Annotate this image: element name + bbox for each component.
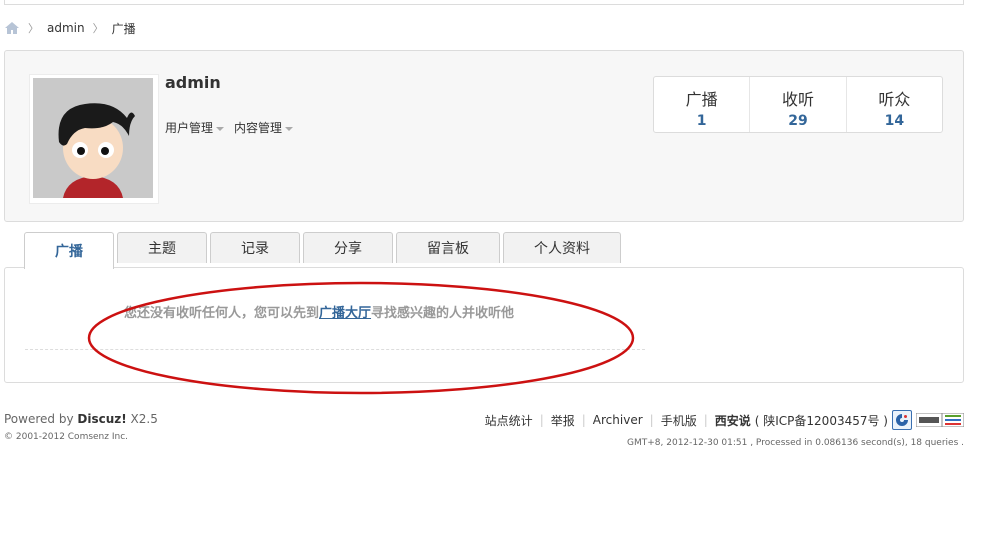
separator: | bbox=[581, 413, 586, 427]
footer-right: 站点统计 | 举报 | Archiver | 手机版 | 西安说 ( 陕ICP备… bbox=[485, 410, 964, 448]
avatar-image bbox=[33, 78, 153, 198]
stat-value: 1 bbox=[696, 113, 707, 129]
stat-value: 29 bbox=[788, 113, 808, 129]
tab-threads[interactable]: 主题 bbox=[117, 232, 207, 263]
stat-followers[interactable]: 听众 14 bbox=[845, 77, 942, 132]
stat-label: 收听 bbox=[781, 90, 814, 109]
discuz-link[interactable]: Discuz! bbox=[77, 412, 126, 426]
footer-link-site[interactable]: 西安说 bbox=[715, 412, 751, 429]
copyright: © 2001-2012 Comsenz Inc. bbox=[4, 432, 129, 442]
empty-msg-after: 寻找感兴趣的人并收听他 bbox=[371, 306, 515, 321]
separator: | bbox=[703, 413, 708, 427]
separator: | bbox=[649, 413, 654, 427]
breadcrumb-separator: 〉 bbox=[92, 22, 104, 35]
user-management-menu[interactable]: 用户管理 bbox=[165, 119, 225, 136]
security-badge-icon[interactable] bbox=[892, 410, 912, 430]
profile-stats: 广播 1 收听 29 听众 14 bbox=[653, 76, 943, 133]
breadcrumb-item-user[interactable]: admin bbox=[47, 21, 85, 35]
caret-down-icon bbox=[216, 126, 225, 131]
top-strip bbox=[4, 0, 964, 5]
stat-label: 听众 bbox=[878, 90, 911, 109]
stat-label: 广播 bbox=[685, 90, 718, 109]
footer-link-stats[interactable]: 站点统计 bbox=[485, 412, 533, 429]
footer-left: Powered by Discuz! X2.5 © 2001-2012 Coms… bbox=[4, 412, 158, 442]
tab-broadcast[interactable]: 广播 bbox=[24, 232, 114, 269]
footer-link-archiver[interactable]: Archiver bbox=[593, 413, 643, 427]
breadcrumb-item-current: 广播 bbox=[111, 21, 136, 36]
version: X2.5 bbox=[126, 412, 158, 426]
breadcrumb: 〉 admin 〉 广播 bbox=[4, 18, 136, 38]
tab-records[interactable]: 记录 bbox=[210, 232, 300, 263]
processed-info: GMT+8, 2012-12-30 01:51 , Processed in 0… bbox=[627, 438, 964, 448]
empty-state-message: 您还没有收听任何人，您可以先到广播大厅寻找感兴趣的人并收听他 bbox=[124, 302, 514, 321]
content-panel: 您还没有收听任何人，您可以先到广播大厅寻找感兴趣的人并收听他 bbox=[4, 267, 964, 383]
empty-msg-before: 您还没有收听任何人，您可以先到 bbox=[124, 306, 320, 321]
tab-guestbook[interactable]: 留言板 bbox=[396, 232, 500, 263]
menu-label: 用户管理 bbox=[165, 121, 214, 135]
footer-link-report[interactable]: 举报 bbox=[551, 412, 575, 429]
separator: | bbox=[539, 413, 544, 427]
powered-prefix: Powered by bbox=[4, 412, 78, 426]
powered-by: Powered by Discuz! X2.5 bbox=[4, 412, 158, 426]
breadcrumb-separator: 〉 bbox=[28, 22, 39, 35]
profile-header: admin 用户管理 内容管理 广播 1 收听 29 听众 14 bbox=[4, 50, 964, 222]
stat-broadcasts[interactable]: 广播 1 bbox=[654, 77, 749, 132]
profile-menus: 用户管理 内容管理 bbox=[165, 119, 294, 136]
footer-link-mobile[interactable]: 手机版 bbox=[661, 412, 697, 429]
cnzz-stat-icon[interactable] bbox=[916, 413, 964, 427]
divider bbox=[25, 349, 645, 350]
avatar[interactable] bbox=[29, 74, 159, 204]
icp-number[interactable]: ( 陕ICP备12003457号 ) bbox=[755, 412, 888, 429]
profile-username: admin bbox=[165, 73, 221, 92]
menu-label: 内容管理 bbox=[234, 121, 283, 135]
stat-value: 14 bbox=[884, 113, 905, 129]
caret-down-icon bbox=[285, 126, 294, 131]
tab-profile-info[interactable]: 个人资料 bbox=[503, 232, 621, 263]
tab-shares[interactable]: 分享 bbox=[303, 232, 393, 263]
home-icon[interactable] bbox=[4, 21, 20, 35]
profile-tabs: 广播 主题 记录 分享 留言板 个人资料 bbox=[24, 232, 621, 269]
stat-following[interactable]: 收听 29 bbox=[749, 77, 845, 132]
footer-links: 站点统计 | 举报 | Archiver | 手机版 | 西安说 ( 陕ICP备… bbox=[485, 410, 964, 430]
content-management-menu[interactable]: 内容管理 bbox=[234, 119, 294, 136]
broadcast-hall-link[interactable]: 广播大厅 bbox=[319, 306, 371, 321]
